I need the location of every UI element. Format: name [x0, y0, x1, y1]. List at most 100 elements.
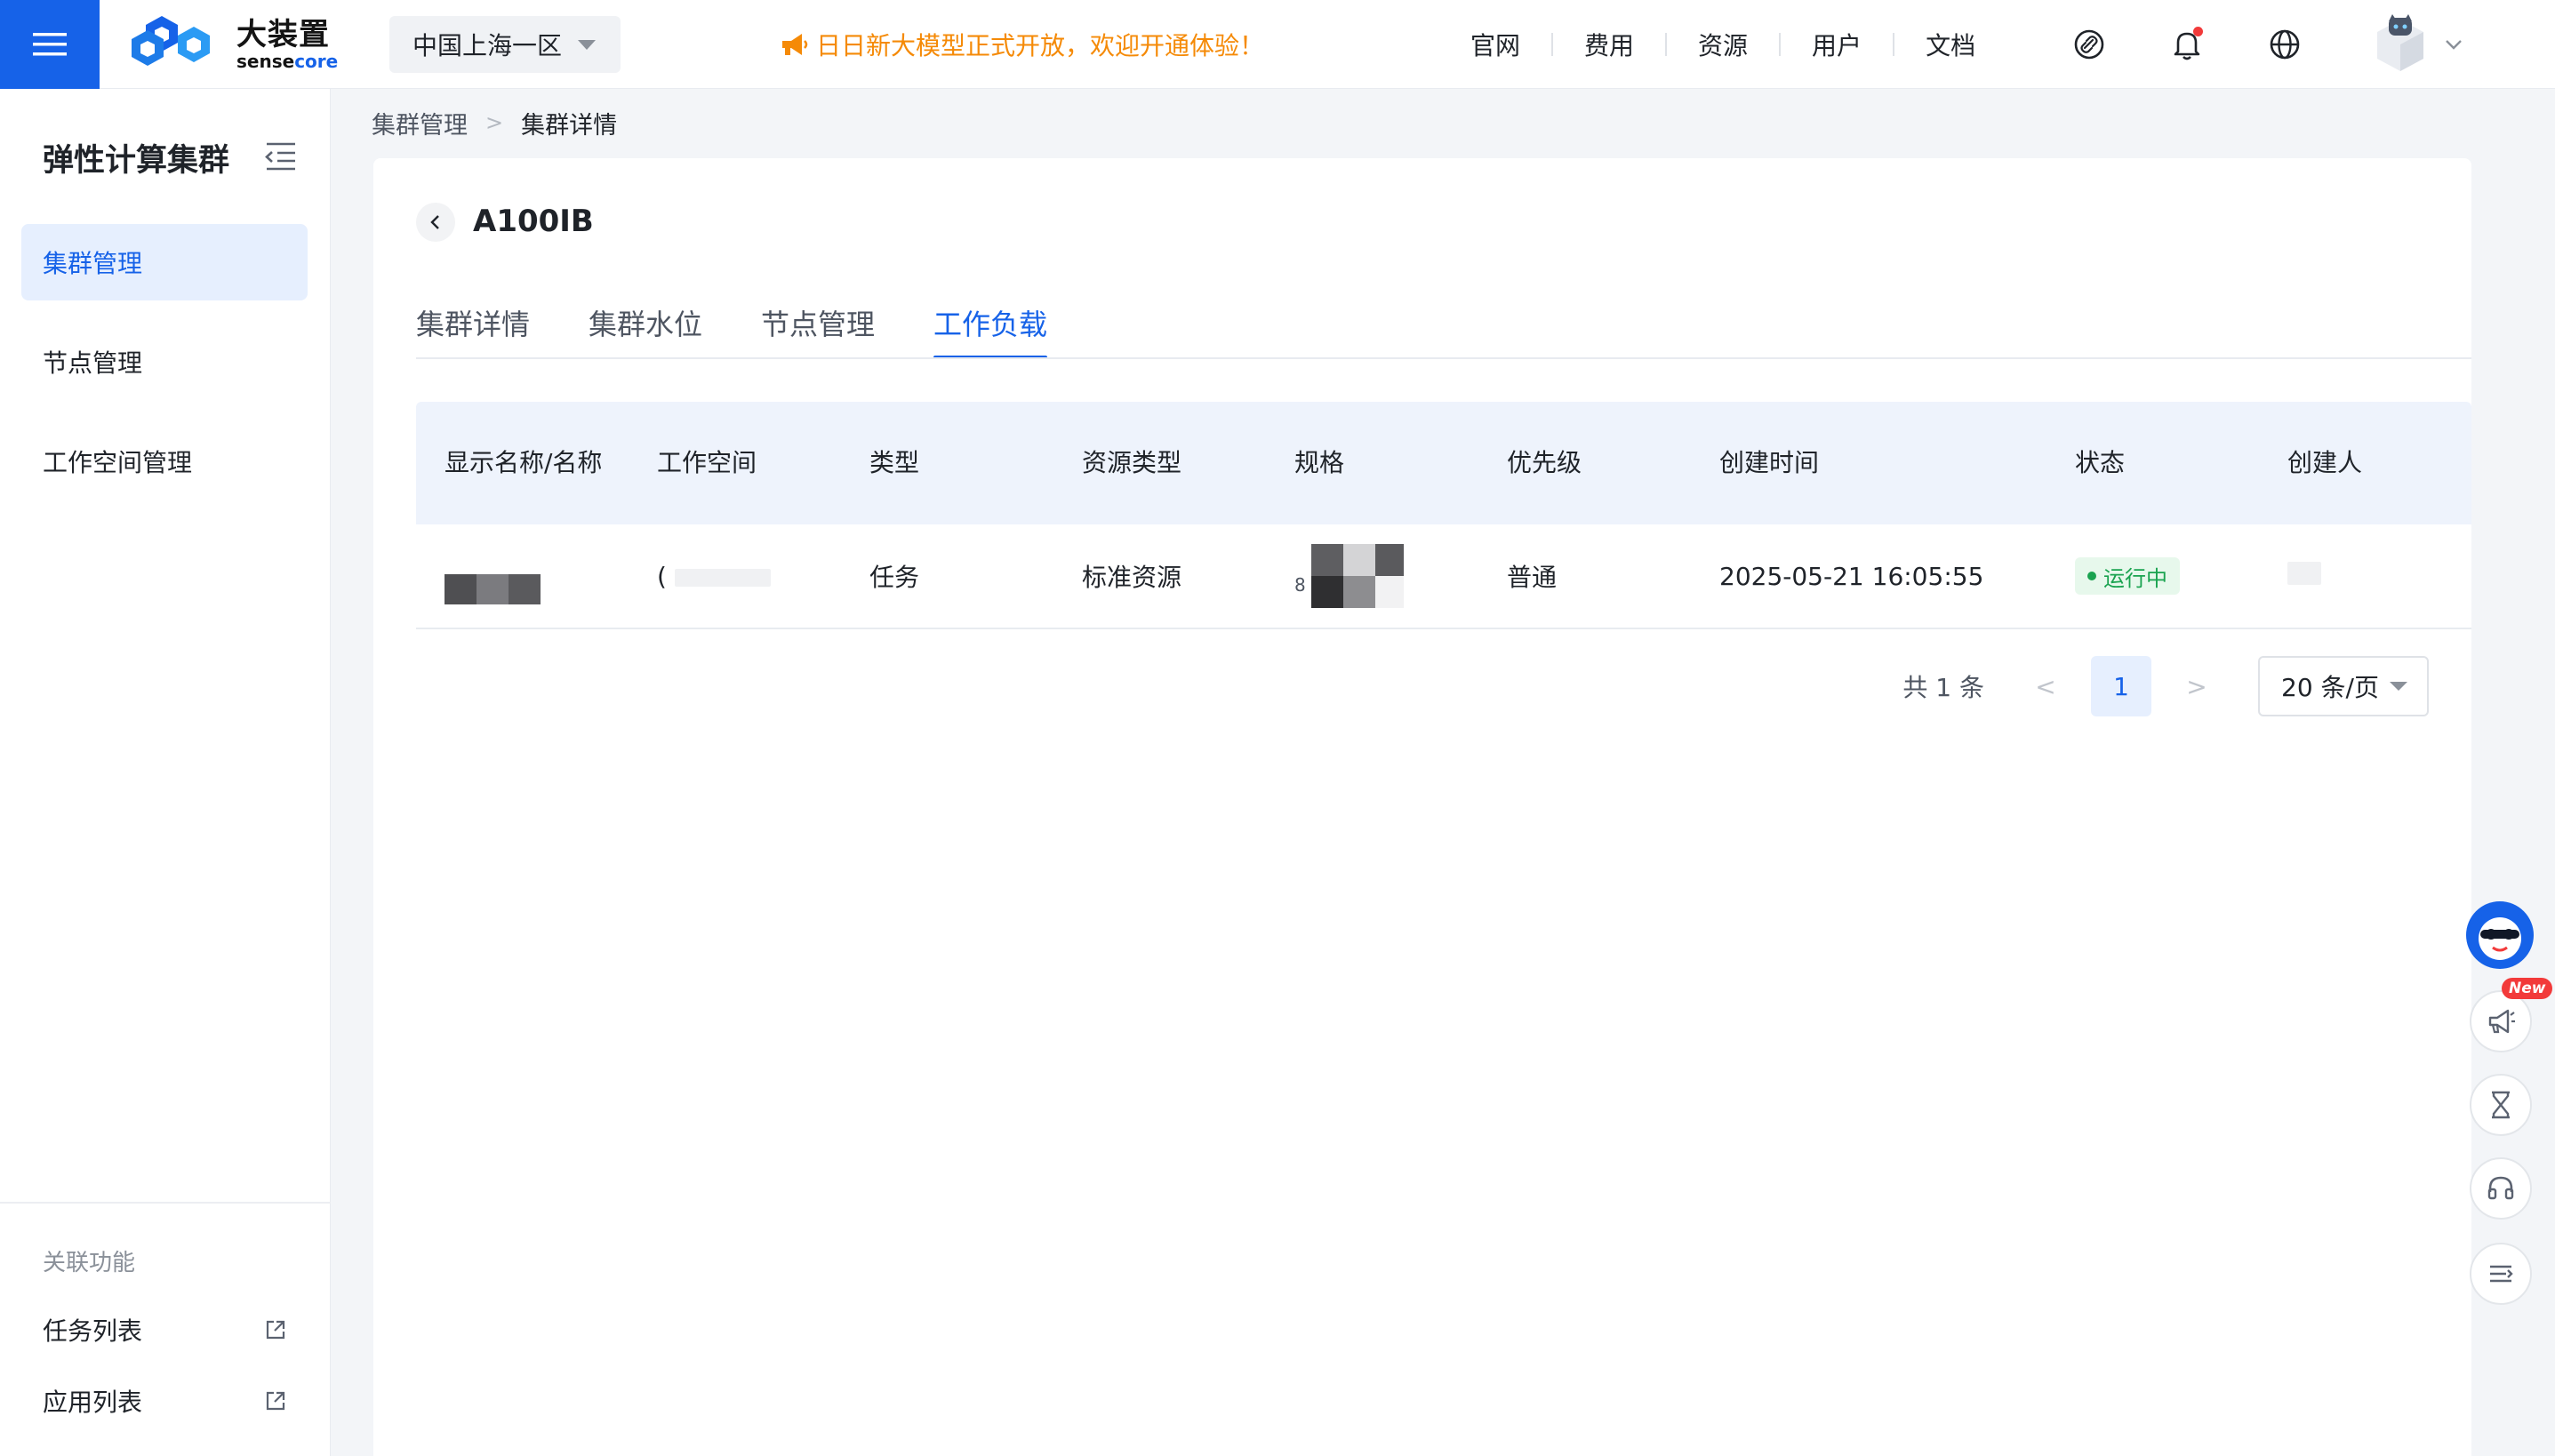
breadcrumb-cluster-management[interactable]: 集群管理 [372, 106, 468, 140]
nav-divider [1665, 33, 1668, 56]
nav-official-site[interactable]: 官网 [1470, 27, 1520, 62]
prev-page-button[interactable]: < [2023, 664, 2068, 708]
nav-resources[interactable]: 资源 [1698, 27, 1748, 62]
redacted-creator [2287, 561, 2321, 585]
breadcrumb-cluster-detail: 集群详情 [521, 111, 618, 140]
sidebar-item-label: 集群管理 [43, 249, 143, 278]
cell-created-at: 2025-05-21 16:05:55 [1719, 561, 1984, 591]
nav-docs[interactable]: 文档 [1926, 27, 1975, 62]
detail-card: A100IB 集群详情 集群水位 节点管理 工作负载 显示名称/名称 工作空间 … [373, 158, 2471, 1456]
announcement-banner[interactable]: 日日新大模型正式开放，欢迎开通体验！ [777, 25, 1264, 64]
assistant-avatar-icon[interactable] [2466, 901, 2534, 969]
sensecore-logo-icon [132, 16, 210, 66]
next-page-button[interactable]: > [2175, 664, 2219, 708]
headset-icon [2487, 1176, 2514, 1200]
link-circle-icon[interactable] [2071, 27, 2107, 62]
sidebar-title: 弹性计算集群 [43, 143, 230, 179]
collapse-sidebar-icon[interactable] [263, 140, 299, 172]
cell-type: 任务 [869, 563, 920, 592]
region-selector[interactable]: 中国上海一区 [389, 16, 621, 73]
cell-name[interactable] [416, 542, 629, 611]
user-avatar[interactable] [2368, 12, 2432, 76]
chevron-down-icon[interactable] [2441, 32, 2466, 57]
top-navigation: 官网 费用 资源 用户 文档 [1470, 27, 1975, 62]
external-link-icon [266, 1391, 285, 1411]
sidebar-divider [0, 1202, 331, 1204]
hourglass-float-button[interactable] [2470, 1074, 2532, 1136]
nav-users[interactable]: 用户 [1812, 27, 1862, 62]
status-dot [2087, 572, 2096, 580]
column-header-resource-type: 资源类型 [1082, 448, 1182, 477]
top-bar: 大装置 sensecore 中国上海一区 日日新大模型正式开放，欢迎开通体验！ … [0, 0, 2555, 89]
cell-workspace: ( [629, 562, 841, 591]
globe-icon[interactable] [2267, 27, 2303, 62]
sidebar-item-workspace-management[interactable]: 工作空间管理 [21, 423, 308, 500]
region-label: 中国上海一区 [412, 31, 563, 60]
table-row[interactable]: ( 任务 标准资源 8 普通 2025-05-21 16:05:55 运行中 [416, 524, 2471, 629]
cell-creator [2259, 561, 2471, 591]
column-header-creator: 创建人 [2287, 448, 2363, 477]
sidebar-link-label: 任务列表 [43, 1316, 143, 1346]
list-collapse-icon [2490, 1265, 2513, 1283]
hamburger-menu-icon [33, 33, 67, 56]
column-header-created-at: 创建时间 [1719, 448, 1820, 477]
redacted-name [445, 573, 541, 604]
announcement-float-button[interactable] [2470, 990, 2532, 1052]
chevron-left-icon [430, 215, 439, 229]
detail-tabs: 集群详情 集群水位 节点管理 工作负载 [416, 302, 1106, 359]
nav-divider [1551, 33, 1554, 56]
sidebar-item-label: 工作空间管理 [43, 448, 193, 477]
page-number-button[interactable]: 1 [2091, 656, 2151, 716]
back-button[interactable] [416, 203, 455, 242]
cell-status: 运行中 [2046, 557, 2259, 595]
page-size-select[interactable]: 20 条/页 [2258, 656, 2429, 716]
sidebar-link-label: 应用列表 [43, 1388, 143, 1417]
cell-priority: 普通 [1507, 563, 1558, 592]
redacted-spec [1310, 544, 1404, 608]
breadcrumb: 集群管理 > 集群详情 [372, 105, 617, 140]
breadcrumb-separator: > [485, 110, 504, 135]
workload-table: 显示名称/名称 工作空间 类型 资源类型 规格 优先级 创建时间 状态 创建人 … [416, 402, 2471, 629]
cell-spec: 8 [1266, 542, 1478, 610]
announcement-text: 日日新大模型正式开放，欢迎开通体验！ [816, 31, 1265, 60]
caret-down-icon [2390, 682, 2407, 691]
megaphone-icon [2488, 1009, 2515, 1034]
nav-divider [1893, 33, 1895, 56]
brand-logo[interactable]: 大装置 sensecore [130, 16, 338, 73]
cell-resource-type: 标准资源 [1082, 563, 1182, 592]
tab-cluster-detail[interactable]: 集群详情 [416, 302, 530, 359]
table-header: 显示名称/名称 工作空间 类型 资源类型 规格 优先级 创建时间 状态 创建人 [416, 402, 2471, 524]
hamburger-menu-button[interactable] [0, 0, 100, 89]
sidebar-item-label: 节点管理 [43, 348, 143, 378]
sidebar-item-node-management[interactable]: 节点管理 [21, 324, 308, 400]
support-float-button[interactable] [2470, 1157, 2532, 1220]
pagination-total: 共 1 条 [1902, 673, 1984, 702]
sidebar-item-cluster-management[interactable]: 集群管理 [21, 224, 308, 300]
column-header-type: 类型 [869, 448, 920, 477]
status-badge: 运行中 [2075, 557, 2180, 595]
megaphone-icon [782, 34, 808, 55]
tab-cluster-watermark[interactable]: 集群水位 [589, 302, 702, 359]
nav-billing[interactable]: 费用 [1584, 27, 1634, 62]
tab-node-management[interactable]: 节点管理 [761, 302, 875, 359]
column-header-priority: 优先级 [1507, 448, 1582, 477]
notification-bell-button[interactable] [2169, 27, 2205, 62]
related-features-heading: 关联功能 [43, 1250, 136, 1276]
notification-dot [2193, 27, 2203, 36]
sidebar-link-app-list[interactable]: 应用列表 [43, 1381, 288, 1420]
pagination: 共 1 条 < 1 > 20 条/页 [1902, 656, 2429, 716]
tab-workload[interactable]: 工作负载 [933, 302, 1048, 359]
hourglass-icon [2492, 1091, 2510, 1119]
sidebar-link-task-list[interactable]: 任务列表 [43, 1310, 288, 1349]
collapse-tools-float-button[interactable] [2470, 1243, 2532, 1305]
new-badge: New [2502, 978, 2553, 999]
sidebar: 弹性计算集群 集群管理 节点管理 工作空间管理 关联功能 任务列表 应用列表 [0, 89, 331, 1456]
brand-name-cn: 大装置 [236, 17, 330, 52]
column-header-workspace: 工作空间 [657, 448, 757, 477]
column-header-status: 状态 [2075, 448, 2126, 477]
brand-name-en: sensecore [236, 51, 339, 72]
tabs-divider [416, 357, 2471, 359]
nav-divider [1779, 33, 1782, 56]
column-header-spec: 规格 [1294, 448, 1345, 477]
cluster-title: A100IB [473, 204, 594, 239]
